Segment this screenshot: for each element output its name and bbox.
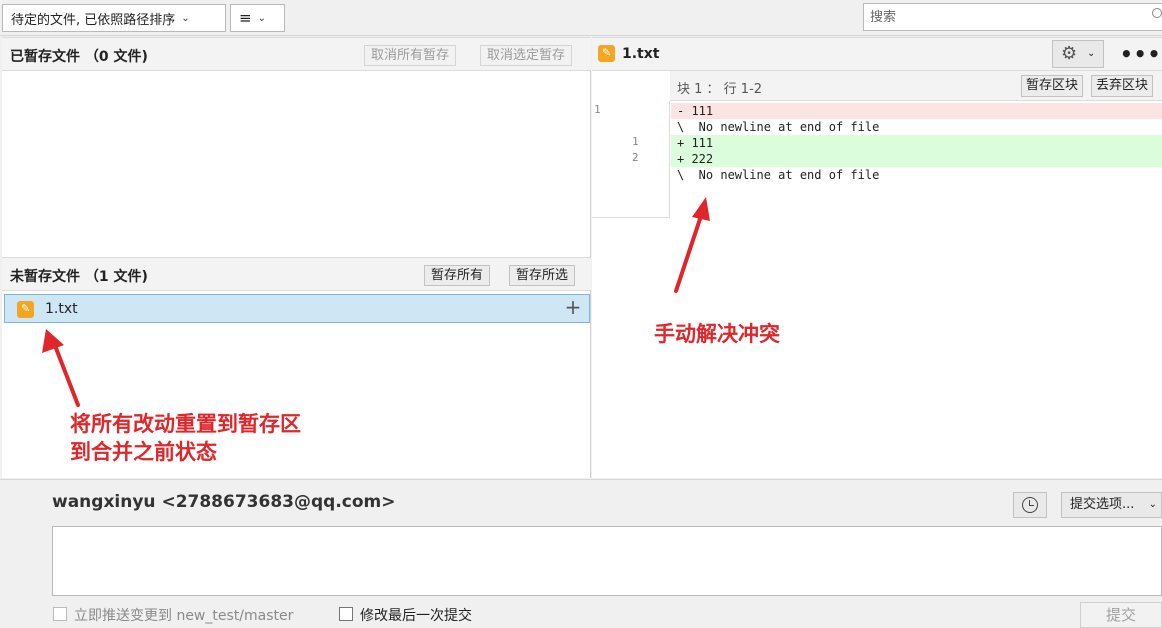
annotation-reset-text: 将所有改动重置到暂存区 到合并之前状态: [70, 410, 301, 466]
chevron-down-icon: ⌄: [257, 12, 266, 24]
diff-line-context: \ No newline at end of file: [677, 168, 880, 182]
new-line-number: 1: [632, 135, 639, 148]
stage-selected-button[interactable]: 暂存所选: [509, 265, 576, 286]
staged-files-title: 已暂存文件 （0 文件): [10, 49, 148, 65]
stage-all-button[interactable]: 暂存所有: [424, 265, 491, 286]
commit-options-label: 提交选项...: [1070, 497, 1135, 512]
more-options-icon[interactable]: •••: [1120, 42, 1161, 66]
annotation-reset-line1: 将所有改动重置到暂存区: [70, 412, 301, 436]
commit-history-button[interactable]: [1013, 492, 1047, 518]
old-line-number: 1: [594, 103, 601, 116]
clock-icon: [1022, 497, 1038, 513]
diff-panel: ✎ 1.txt ⚙ ⌄ ••• 块 1 ： 行 1-2 暂存区块 丢弃区块 1 …: [592, 37, 1162, 478]
diff-line-added: + 222: [671, 151, 1162, 167]
discard-hunk-button[interactable]: 丢弃区块: [1091, 75, 1154, 97]
staged-files-list: [2, 71, 591, 257]
sourcetree-window: 待定的文件, 已依照路径排序 ⌄ ≡ ⌄ 已暂存文件 （0 文件) 取消所有暂存…: [0, 0, 1162, 628]
stage-hunk-button[interactable]: 暂存区块: [1021, 75, 1084, 97]
pencil-modified-icon: ✎: [17, 301, 34, 318]
push-immediately-label: 立即推送变更到 new_test/master: [74, 608, 294, 624]
commit-message-input[interactable]: [52, 526, 1162, 596]
annotation-arrow-right: [674, 197, 710, 293]
search-input[interactable]: [863, 3, 1162, 31]
pencil-modified-icon: ✎: [598, 45, 615, 62]
list-icon: ≡: [239, 9, 252, 27]
commit-author: wangxinyu <2788673683@qq.com>: [52, 492, 396, 512]
list-item[interactable]: ✎ 1.txt +: [4, 294, 590, 323]
commit-options-dropdown[interactable]: 提交选项... ⌄: [1061, 492, 1162, 518]
line-number-gutter: 1 1 2: [592, 101, 670, 218]
staged-files-header: 已暂存文件 （0 文件) 取消所有暂存 取消选定暂存: [2, 37, 591, 71]
annotation-arrow-left: [42, 329, 80, 407]
diff-file-title: 1.txt: [622, 46, 660, 62]
diff-line-added: + 111: [671, 135, 1162, 151]
commit-button[interactable]: 提交: [1080, 602, 1162, 628]
top-toolbar: 待定的文件, 已依照路径排序 ⌄ ≡ ⌄: [0, 0, 1162, 36]
file-status-panel: 已暂存文件 （0 文件) 取消所有暂存 取消选定暂存 未暂存文件 （1 文件) …: [2, 37, 591, 478]
search-icon[interactable]: [1152, 8, 1162, 18]
hunk-header: 块 1 ： 行 1-2 暂存区块 丢弃区块: [670, 71, 1162, 101]
view-mode-dropdown[interactable]: ≡ ⌄: [230, 4, 285, 32]
diff-line-deleted: - 111: [671, 103, 1162, 119]
sort-dropdown[interactable]: 待定的文件, 已依照路径排序 ⌄: [2, 4, 226, 32]
unstage-all-button[interactable]: 取消所有暂存: [364, 45, 457, 66]
chevron-down-icon: ⌄: [1087, 48, 1096, 59]
unstage-selected-button[interactable]: 取消选定暂存: [480, 45, 573, 66]
settings-dropdown-button[interactable]: ⚙ ⌄: [1052, 40, 1104, 68]
chevron-down-icon: ⌄: [181, 12, 190, 24]
push-immediately-checkbox[interactable]: [53, 607, 67, 621]
annotation-reset-line2: 到合并之前状态: [70, 440, 217, 464]
file-name: 1.txt: [45, 301, 78, 317]
diff-header: ✎ 1.txt ⚙ ⌄ •••: [592, 37, 1162, 71]
new-line-number: 2: [632, 151, 639, 164]
unstaged-files-title: 未暂存文件 （1 文件): [10, 269, 148, 285]
amend-commit-label: 修改最后一次提交: [360, 608, 472, 624]
unstaged-files-header: 未暂存文件 （1 文件) 暂存所有 暂存所选: [2, 257, 591, 291]
annotation-resolve-text: 手动解决冲突: [654, 322, 780, 346]
hunk-label: 块 1 ： 行 1-2: [677, 82, 763, 97]
commit-area: wangxinyu <2788673683@qq.com> 提交选项... ⌄ …: [0, 479, 1162, 628]
diff-line-context: \ No newline at end of file: [677, 120, 880, 134]
chevron-down-icon: ⌄: [1148, 499, 1157, 510]
gear-icon: ⚙: [1061, 43, 1078, 64]
sort-dropdown-label: 待定的文件, 已依照路径排序: [11, 12, 176, 28]
amend-commit-checkbox[interactable]: [339, 607, 353, 621]
stage-file-plus-icon[interactable]: +: [563, 297, 583, 318]
